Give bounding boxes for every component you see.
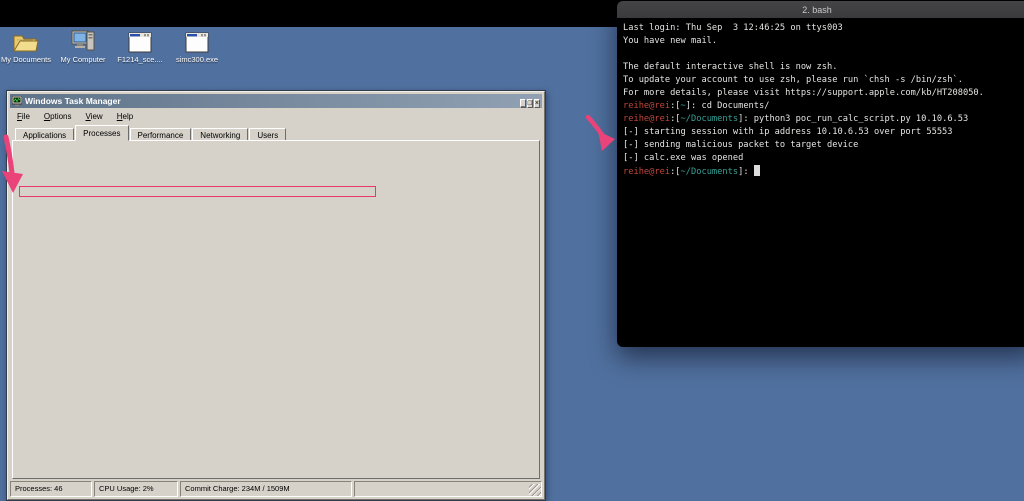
terminal-line: [-] starting session with ip address 10.… (623, 126, 1024, 139)
menu-options[interactable]: Options (38, 112, 78, 121)
status-bar: Processes: 46 CPU Usage: 2% Commit Charge:… (10, 481, 542, 497)
terminal-text-segment: ]: (738, 167, 754, 177)
tab-strip: Applications Processes Performance Networki… (15, 125, 537, 141)
close-button[interactable]: × (533, 99, 540, 108)
terminal-titlebar[interactable]: 2. bash (617, 1, 1024, 19)
terminal-line: reihe@rei:[~]: cd Documents/ (623, 100, 1024, 113)
window-icon (182, 29, 212, 53)
desktop-icon-simc300[interactable]: simc300.exe (169, 29, 225, 71)
terminal-line: Last login: Thu Sep 3 12:46:25 on ttys00… (623, 22, 1024, 35)
terminal-text-segment: python3 poc_run_calc_script.py 10.10.6.5… (753, 114, 969, 124)
terminal-text-segment: You have new mail. (623, 36, 718, 46)
computer-icon (68, 29, 98, 53)
status-segment-2: Commit Charge: 234M / 1509M (180, 481, 352, 497)
desktop-icon-label: simc300.exe (175, 55, 219, 64)
screenshot-stage: My Documents My Computer F1214_sce.... simc… (0, 0, 1024, 501)
terminal-text-segment: To update your account to use zsh, pleas… (623, 75, 963, 85)
terminal-text-segment: cd Documents/ (701, 101, 770, 111)
terminal-text-segment: :[ (670, 101, 681, 111)
terminal-text-segment: ]: (738, 114, 754, 124)
desktop-icon-label: My Computer (60, 55, 106, 64)
status-segment-0: Processes: 46 (10, 481, 92, 497)
resize-grip[interactable] (529, 484, 541, 496)
terminal-line: You have new mail. (623, 35, 1024, 48)
terminal-text-segment: reihe@rei (623, 167, 671, 177)
desktop-icon-my-documents[interactable]: My Documents (0, 29, 52, 71)
menu-view[interactable]: View (80, 112, 109, 121)
terminal-text-segment: ~/Documents (680, 114, 739, 124)
terminal-text-segment: The default interactive shell is now zsh… (623, 62, 838, 72)
terminal-text-segment: [-] calc.exe was opened (623, 153, 744, 163)
terminal-title: 2. bash (802, 4, 832, 15)
desktop-icon-f1214-sce[interactable]: F1214_sce.... (112, 29, 168, 71)
terminal-text-segment: ~/Documents (680, 167, 739, 177)
terminal-text-segment: For more details, please visit https://s… (623, 88, 984, 98)
menu-bar: File Options View Help (11, 110, 541, 122)
window-title: Windows Task Manager (25, 96, 121, 106)
terminal-cursor (753, 165, 760, 176)
minimize-button[interactable]: _ (519, 99, 526, 108)
tab-page-frame (12, 140, 540, 479)
terminal-text-segment: :[ (670, 114, 681, 124)
terminal-text-segment: Last login: Thu Sep 3 12:46:25 on ttys00… (623, 23, 843, 33)
terminal-text-segment: [-] sending malicious packet to target d… (623, 140, 859, 150)
terminal-line: [-] sending malicious packet to target d… (623, 139, 1024, 152)
terminal-text-segment: reihe@rei (623, 114, 671, 124)
status-segment-1: CPU Usage: 2% (94, 481, 178, 497)
menu-file[interactable]: File (11, 112, 36, 121)
task-manager-icon (12, 96, 22, 106)
window-icon (125, 29, 155, 53)
terminal-window: 2. bash Last login: Thu Sep 3 12:46:25 o… (617, 1, 1024, 347)
desktop-icon-my-computer[interactable]: My Computer (56, 29, 110, 71)
terminal-line: To update your account to use zsh, pleas… (623, 74, 1024, 87)
maximize-button[interactable]: □ (526, 99, 533, 108)
window-controls: _ □ × (519, 92, 540, 110)
status-segment-filler (354, 481, 542, 497)
terminal-line: The default interactive shell is now zsh… (623, 61, 1024, 74)
terminal-text-segment: [-] starting session with ip address 10.… (623, 127, 953, 137)
task-manager-titlebar[interactable]: Windows Task Manager _ □ × (10, 94, 542, 108)
desktop-icon-label: My Documents (0, 55, 51, 64)
terminal-text-segment: reihe@rei (623, 101, 671, 111)
task-manager-window: Windows Task Manager _ □ × File Options View… (6, 90, 546, 501)
terminal-line: reihe@rei:[~/Documents]: python3 poc_run… (623, 113, 1024, 126)
terminal-text-segment: :[ (670, 167, 681, 177)
tab-processes[interactable]: Processes (75, 125, 129, 141)
terminal-line: reihe@rei:[~/Documents]: (623, 165, 1024, 178)
terminal-output[interactable]: Last login: Thu Sep 3 12:46:25 on ttys00… (617, 19, 1024, 178)
folder-icon (11, 29, 41, 53)
terminal-line: [-] calc.exe was opened (623, 152, 1024, 165)
menu-help[interactable]: Help (111, 112, 139, 121)
desktop-icon-label: F1214_sce.... (117, 55, 163, 64)
terminal-text-segment: ]: (685, 101, 702, 111)
terminal-line: For more details, please visit https://s… (623, 87, 1024, 100)
